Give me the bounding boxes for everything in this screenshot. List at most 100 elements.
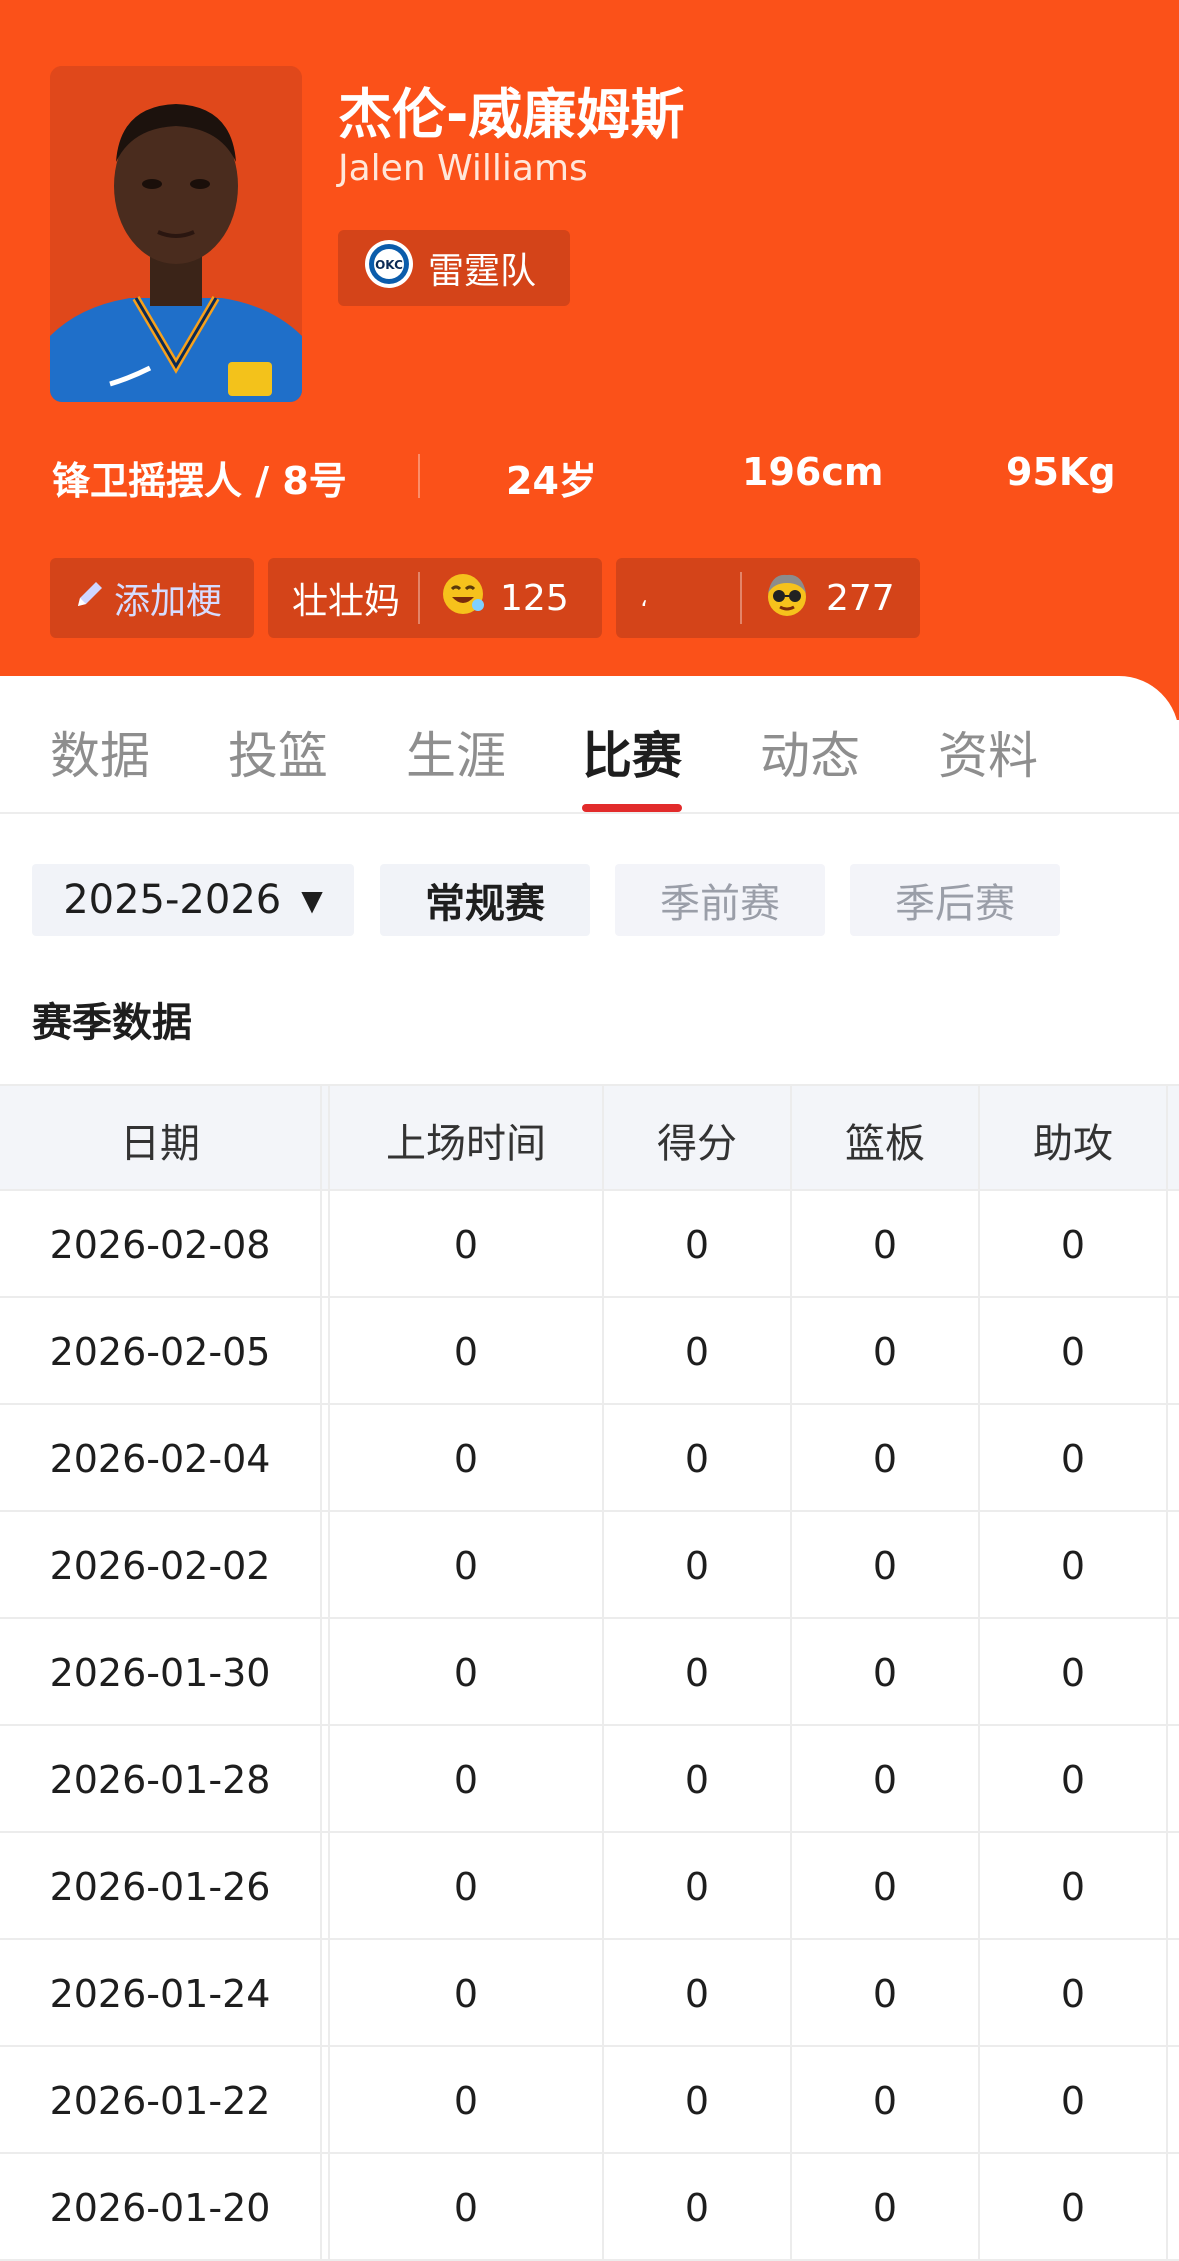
cell-points: 0 — [604, 1405, 792, 1512]
cell-points: 0 — [604, 1833, 792, 1940]
filter-regular-season[interactable]: 常规赛 — [380, 864, 590, 936]
cell-assists: 0 — [980, 1191, 1168, 1298]
cell-minutes: 0 — [330, 2154, 604, 2261]
cell-minutes: 0 — [330, 1726, 604, 1833]
filter-preseason[interactable]: 季前赛 — [615, 864, 825, 936]
cell-minutes: 0 — [330, 1833, 604, 1940]
add-nickname-label: 添加梗 — [114, 581, 223, 622]
info-divider — [418, 454, 420, 498]
svg-text:OKC: OKC — [375, 258, 403, 272]
okc-logo-icon: OKC — [364, 239, 414, 298]
caret-down-icon: ▼ — [301, 883, 323, 917]
cell-date: 2026-01-24 — [0, 1940, 330, 2047]
cell-assists: 0 — [980, 1298, 1168, 1405]
nickname-chip-2[interactable]: ، 277 — [616, 558, 920, 638]
cell-assists: 0 — [980, 2047, 1168, 2154]
cell-assists: 0 — [980, 1726, 1168, 1833]
glasses-emoji-icon — [762, 569, 812, 628]
season-value: 2025-2026 — [63, 877, 282, 923]
cell-rebounds: 0 — [792, 1619, 980, 1726]
table-row[interactable]: 2026-01-20 0 0 0 0 — [0, 2154, 1179, 2261]
player-weight: 95Kg — [1006, 450, 1116, 494]
cell-points: 0 — [604, 1726, 792, 1833]
season-select[interactable]: 2025-2026 ▼ — [32, 864, 354, 936]
cell-rebounds: 0 — [792, 1940, 980, 2047]
cell-points: 0 — [604, 1619, 792, 1726]
second-count: 277 — [826, 577, 895, 619]
cell-assists: 0 — [980, 1405, 1168, 1512]
section-title: 赛季数据 — [32, 1000, 192, 1046]
cell-date: 2026-01-30 — [0, 1619, 330, 1726]
player-info-row: 锋卫摇摆人 / 8号 24岁 196cm 95Kg — [0, 440, 1179, 510]
cell-assists: 0 — [980, 2154, 1168, 2261]
table-row[interactable]: 2026-01-22 0 0 0 0 — [0, 2047, 1179, 2154]
player-height: 196cm — [742, 450, 884, 494]
cell-rebounds: 0 — [792, 1833, 980, 1940]
player-age: 24岁 — [506, 459, 597, 503]
tab-profile[interactable]: 资料 — [938, 716, 1038, 788]
cell-minutes: 0 — [330, 1512, 604, 1619]
team-chip[interactable]: OKC 雷霆队 — [338, 230, 570, 306]
nickname-chips: 添加梗 壮壮妈 125 ، 277 — [0, 558, 1179, 638]
cell-points: 0 — [604, 1191, 792, 1298]
tab-news[interactable]: 动态 — [760, 716, 860, 788]
cell-rebounds: 0 — [792, 2154, 980, 2261]
filter-playoffs[interactable]: 季后赛 — [850, 864, 1060, 936]
nickname-text: 壮壮妈 — [292, 581, 401, 622]
cell-points: 0 — [604, 2047, 792, 2154]
cell-assists: 0 — [980, 1512, 1168, 1619]
cell-minutes: 0 — [330, 1940, 604, 2047]
player-name-en: Jalen Williams — [338, 148, 588, 189]
header-assists: 助攻 — [980, 1086, 1168, 1193]
cell-date: 2026-02-04 — [0, 1405, 330, 1512]
player-header: 杰伦-威廉姆斯 Jalen Williams OKC 雷霆队 锋卫摇摆人 / 8… — [0, 0, 1179, 720]
cell-rebounds: 0 — [792, 1298, 980, 1405]
cell-date: 2026-01-20 — [0, 2154, 330, 2261]
cell-date: 2026-01-22 — [0, 2047, 330, 2154]
nickname-text-2: ، — [640, 584, 648, 612]
nickname-count: 125 — [500, 577, 569, 619]
header-points: 得分 — [604, 1086, 792, 1193]
table-row[interactable]: 2026-01-26 0 0 0 0 — [0, 1833, 1179, 1940]
position-number: 锋卫摇摆人 / 8号 — [52, 459, 347, 503]
tab-career[interactable]: 生涯 — [406, 716, 506, 788]
table-row[interactable]: 2026-02-08 0 0 0 0 — [0, 1191, 1179, 1298]
table-row[interactable]: 2026-02-02 0 0 0 0 — [0, 1512, 1179, 1619]
cell-assists: 0 — [980, 1833, 1168, 1940]
cell-rebounds: 0 — [792, 2047, 980, 2154]
laughing-emoji-icon — [440, 571, 486, 626]
cell-minutes: 0 — [330, 1191, 604, 1298]
chip-divider — [740, 572, 742, 624]
cell-assists: 0 — [980, 1619, 1168, 1726]
chip-divider — [418, 572, 421, 624]
season-games-table: 日期 上场时间 得分 篮板 助攻 2026-02-08 0 0 0 0 2026-02-0… — [0, 1084, 1179, 2261]
tab-games[interactable]: 比赛 — [582, 716, 682, 788]
table-row[interactable]: 2026-01-30 0 0 0 0 — [0, 1619, 1179, 1726]
tab-data[interactable]: 数据 — [50, 716, 150, 788]
table-row[interactable]: 2026-01-24 0 0 0 0 — [0, 1940, 1179, 2047]
header-date: 日期 — [0, 1086, 330, 1193]
player-photo — [50, 66, 302, 402]
cell-rebounds: 0 — [792, 1726, 980, 1833]
table-header-row: 日期 上场时间 得分 篮板 助攻 — [0, 1084, 1179, 1193]
cell-points: 0 — [604, 1940, 792, 2047]
cell-minutes: 0 — [330, 1298, 604, 1405]
pencil-icon — [72, 576, 108, 621]
table-row[interactable]: 2026-01-28 0 0 0 0 — [0, 1726, 1179, 1833]
tab-bar: 数据 投篮 生涯 比赛 动态 资料 — [0, 676, 1179, 814]
add-nickname-button[interactable]: 添加梗 — [50, 558, 254, 638]
tab-shooting[interactable]: 投篮 — [228, 716, 328, 788]
header-rebounds: 篮板 — [792, 1086, 980, 1193]
cell-date: 2026-01-28 — [0, 1726, 330, 1833]
cell-date: 2026-02-02 — [0, 1512, 330, 1619]
cell-minutes: 0 — [330, 2047, 604, 2154]
cell-rebounds: 0 — [792, 1405, 980, 1512]
table-row[interactable]: 2026-02-05 0 0 0 0 — [0, 1298, 1179, 1405]
cell-date: 2026-01-26 — [0, 1833, 330, 1940]
cell-minutes: 0 — [330, 1619, 604, 1726]
table-row[interactable]: 2026-02-04 0 0 0 0 — [0, 1405, 1179, 1512]
nickname-chip[interactable]: 壮壮妈 125 — [268, 558, 602, 638]
cell-assists: 0 — [980, 1940, 1168, 2047]
cell-rebounds: 0 — [792, 1512, 980, 1619]
cell-points: 0 — [604, 1298, 792, 1405]
